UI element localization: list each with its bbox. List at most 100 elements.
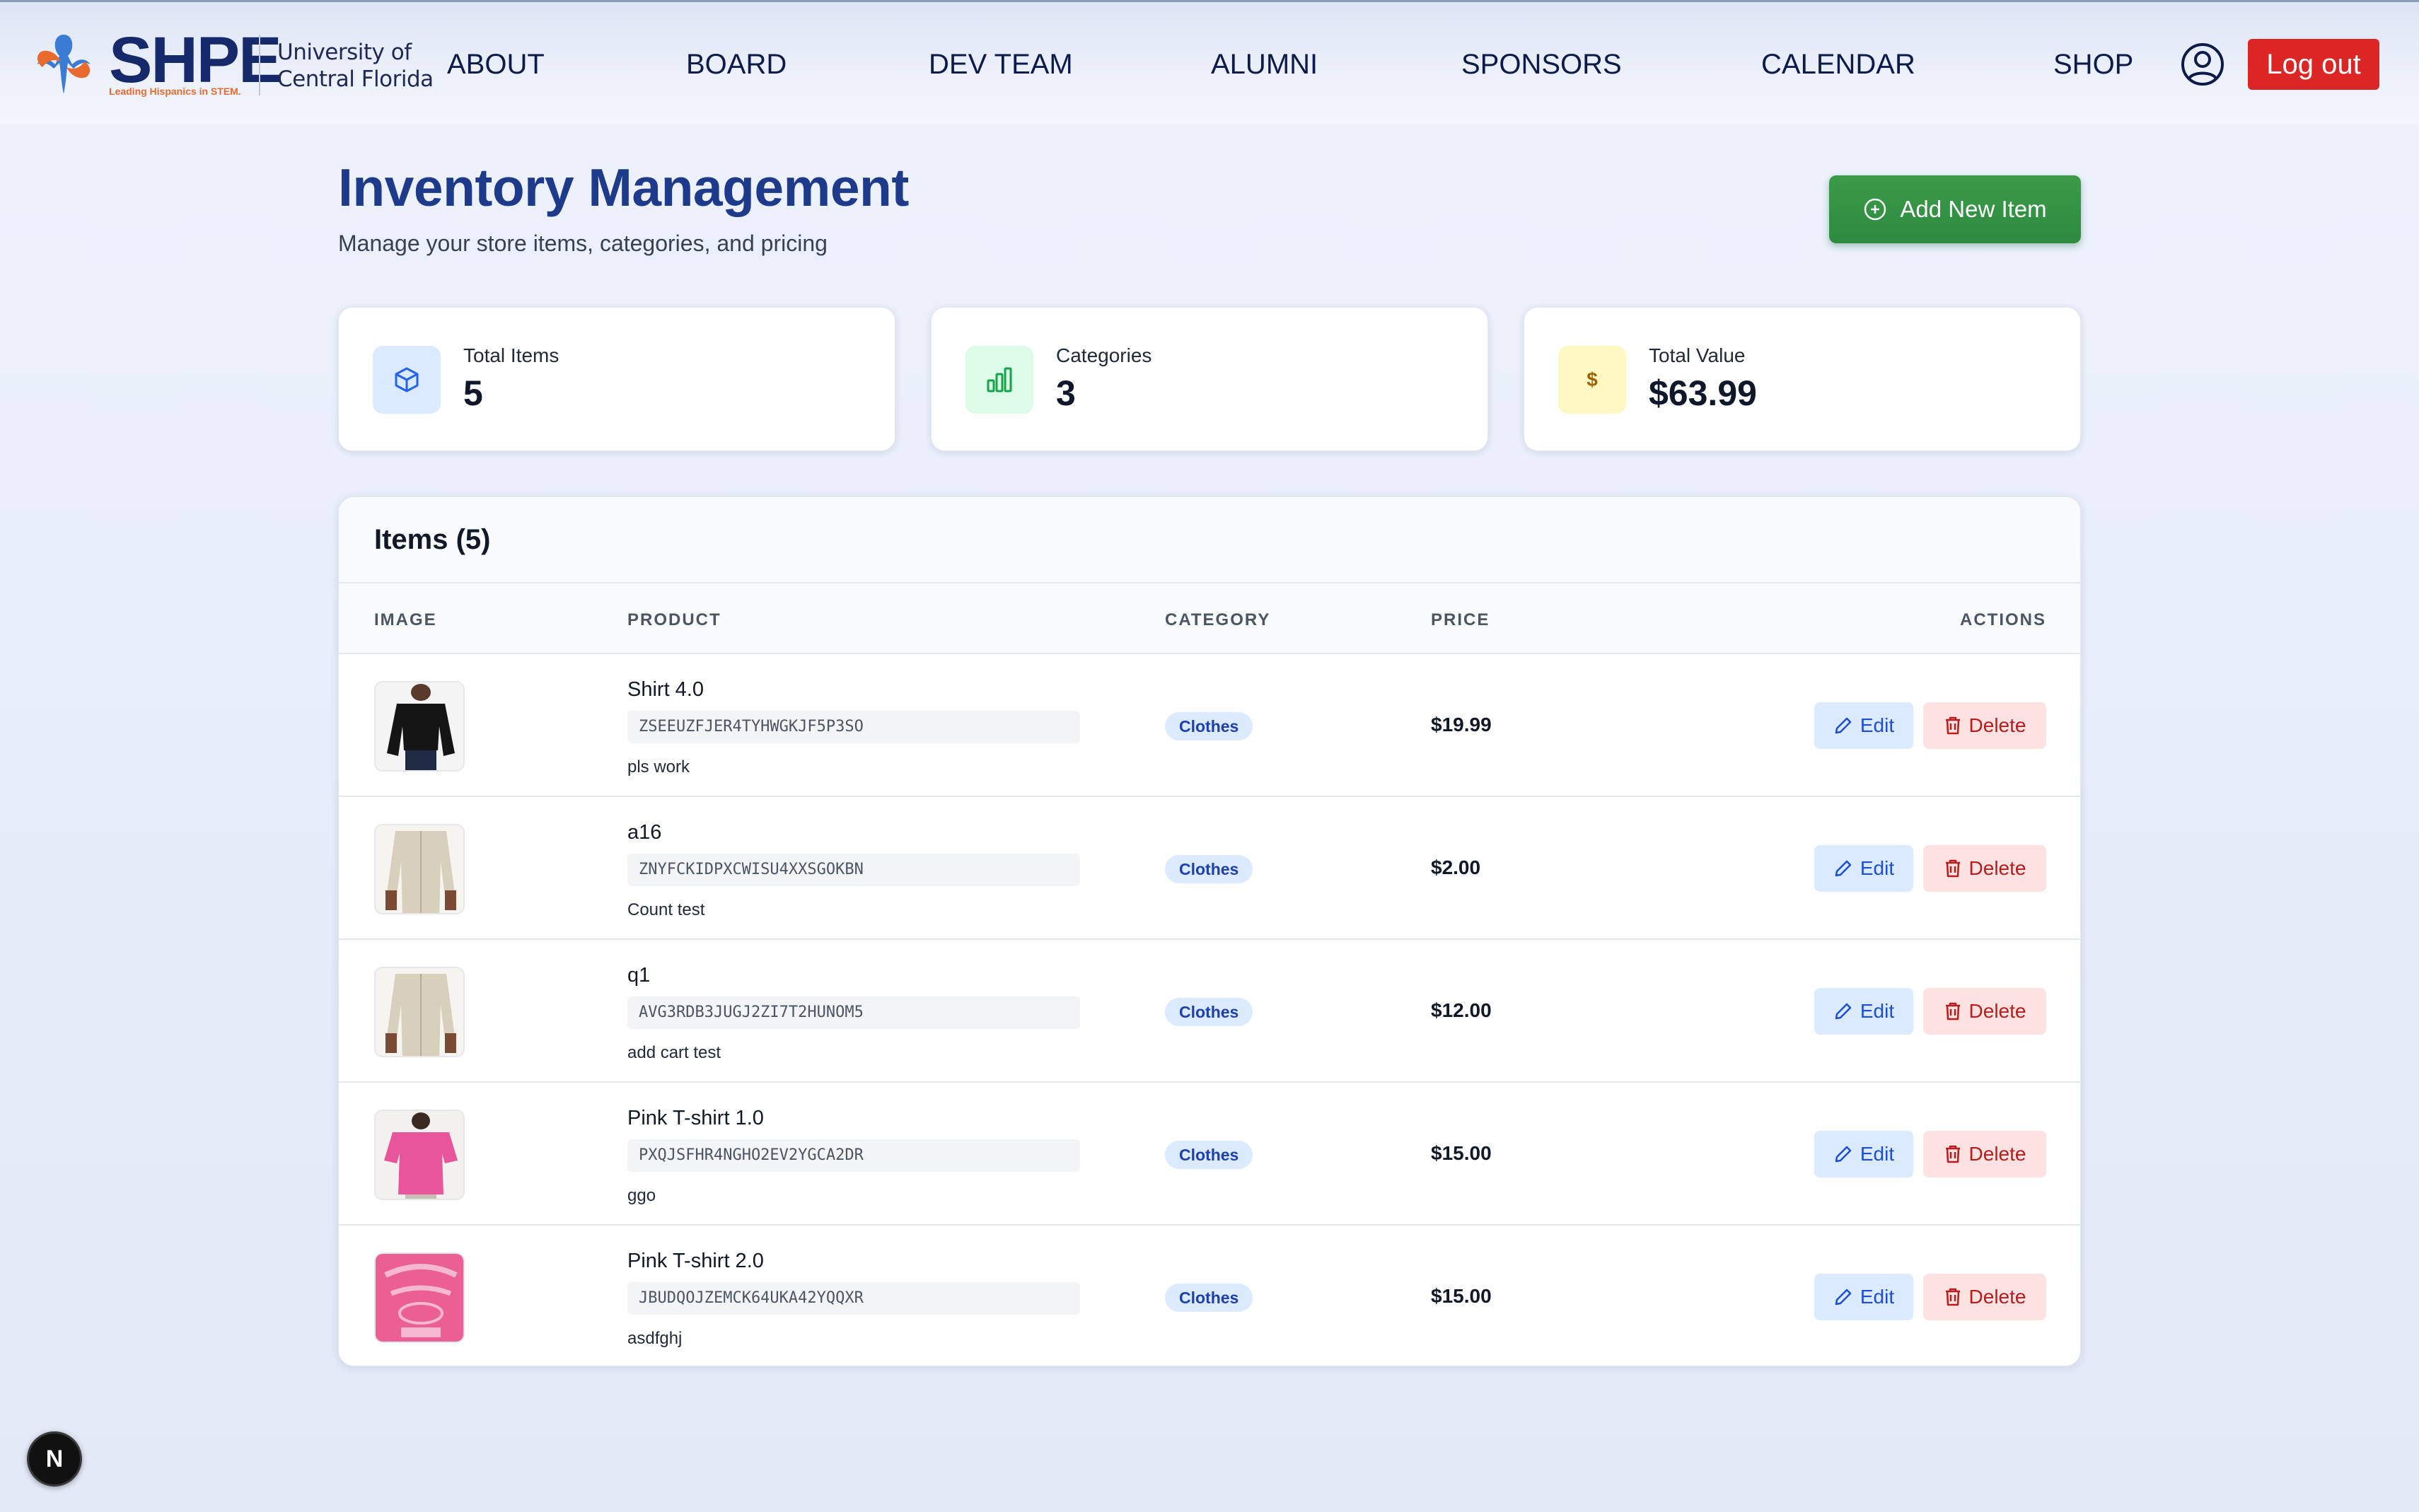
product-image bbox=[374, 1110, 465, 1200]
product-name: Pink T-shirt 1.0 bbox=[627, 1107, 764, 1129]
user-circle-icon bbox=[2181, 43, 2224, 86]
trash-icon bbox=[1945, 716, 1960, 735]
nav-link-board[interactable]: BOARD bbox=[686, 46, 787, 83]
nav-link-sponsors[interactable]: SPONSORS bbox=[1461, 46, 1622, 83]
pencil-icon bbox=[1835, 1146, 1852, 1163]
table-header: IMAGE PRODUCT CATEGORY PRICE ACTIONS bbox=[339, 583, 2080, 654]
edit-button[interactable]: Edit bbox=[1814, 988, 1913, 1035]
stat-value: 3 bbox=[1056, 373, 1076, 413]
stat-label: Total Items bbox=[463, 344, 559, 366]
product-code: JBUDQOJZEMCK64UKA42YQQXR bbox=[627, 1282, 1080, 1315]
pink-graphic-tshirt-photo bbox=[376, 1254, 463, 1342]
product-name: Pink T-shirt 2.0 bbox=[627, 1250, 764, 1272]
edit-button[interactable]: Edit bbox=[1814, 1274, 1913, 1320]
delete-button[interactable]: Delete bbox=[1923, 988, 2046, 1035]
bar-chart-icon bbox=[987, 367, 1012, 392]
stat-icon-box bbox=[373, 346, 441, 414]
product-name: Shirt 4.0 bbox=[627, 678, 704, 701]
pencil-icon bbox=[1835, 1003, 1852, 1020]
pencil-icon bbox=[1835, 717, 1852, 734]
shpe-logo-mark-icon bbox=[37, 35, 91, 94]
brand-tagline: Leading Hispanics in STEM. bbox=[109, 86, 241, 97]
product-description: asdfghj bbox=[627, 1329, 683, 1348]
stat-value: $63.99 bbox=[1649, 373, 1757, 413]
stat-icon-box: $ bbox=[1558, 346, 1626, 414]
product-price: $15.00 bbox=[1431, 1142, 1492, 1164]
table-row: Pink T-shirt 1.0 PXQJSFHR4NGHO2EV2YGCA2D… bbox=[339, 1083, 2080, 1226]
delete-label: Delete bbox=[1968, 1000, 2026, 1022]
logout-button[interactable]: Log out bbox=[2248, 39, 2379, 90]
dev-badge-letter: N bbox=[45, 1445, 64, 1472]
table-title-bar: Items (5) bbox=[339, 497, 2080, 583]
delete-label: Delete bbox=[1968, 714, 2026, 736]
product-code: PXQJSFHR4NGHO2EV2YGCA2DR bbox=[627, 1139, 1080, 1172]
trash-icon bbox=[1945, 1288, 1960, 1306]
edit-button[interactable]: Edit bbox=[1814, 845, 1913, 892]
page-subtitle: Manage your store items, categories, and… bbox=[338, 231, 828, 256]
delete-button[interactable]: Delete bbox=[1923, 845, 2046, 892]
product-image bbox=[374, 967, 465, 1057]
product-image bbox=[374, 824, 465, 914]
product-name: q1 bbox=[627, 964, 651, 987]
cube-icon bbox=[395, 367, 419, 392]
column-header-image: IMAGE bbox=[374, 610, 437, 629]
product-price: $12.00 bbox=[1431, 999, 1492, 1021]
product-price: $15.00 bbox=[1431, 1285, 1492, 1307]
edit-button[interactable]: Edit bbox=[1814, 1131, 1913, 1177]
category-badge: Clothes bbox=[1165, 1284, 1253, 1312]
column-header-actions: ACTIONS bbox=[1960, 610, 2046, 629]
beige-shirt-photo bbox=[376, 825, 463, 913]
trash-icon bbox=[1945, 1002, 1960, 1020]
delete-label: Delete bbox=[1968, 1286, 2026, 1308]
product-description: Count test bbox=[627, 900, 705, 919]
nav-link-shop[interactable]: SHOP bbox=[2053, 46, 2133, 83]
delete-label: Delete bbox=[1968, 857, 2026, 879]
product-description: ggo bbox=[627, 1186, 656, 1205]
stat-card-categories: Categories 3 bbox=[931, 307, 1488, 451]
brand-name: SHPE bbox=[109, 24, 282, 96]
category-badge: Clothes bbox=[1165, 855, 1253, 883]
product-description: pls work bbox=[627, 757, 690, 777]
page-title: Inventory Management bbox=[338, 158, 909, 217]
product-code: ZNYFCKIDPXCWISU4XXSGOKBN bbox=[627, 854, 1080, 886]
items-table-title: Items (5) bbox=[374, 524, 491, 555]
pencil-icon bbox=[1835, 860, 1852, 877]
delete-button[interactable]: Delete bbox=[1923, 1274, 2046, 1320]
edit-button[interactable]: Edit bbox=[1814, 702, 1913, 749]
items-table-card: Items (5) IMAGE PRODUCT CATEGORY PRICE A… bbox=[338, 496, 2081, 1366]
table-row: a16 ZNYFCKIDPXCWISU4XXSGOKBN Count test … bbox=[339, 797, 2080, 940]
edit-label: Edit bbox=[1860, 1143, 1895, 1165]
nav-link-alumni[interactable]: ALUMNI bbox=[1211, 46, 1318, 83]
stat-card-total-items: Total Items 5 bbox=[338, 307, 895, 451]
dollar-icon: $ bbox=[1586, 368, 1598, 390]
edit-label: Edit bbox=[1860, 1000, 1895, 1022]
add-new-item-button[interactable]: Add New Item bbox=[1829, 175, 2081, 243]
product-image bbox=[374, 1252, 465, 1343]
delete-button[interactable]: Delete bbox=[1923, 702, 2046, 749]
nav-link-about[interactable]: ABOUT bbox=[447, 46, 545, 83]
edit-label: Edit bbox=[1860, 714, 1895, 736]
beige-shirt-photo bbox=[376, 968, 463, 1056]
nextjs-dev-indicator[interactable]: N bbox=[27, 1431, 82, 1487]
add-new-item-label: Add New Item bbox=[1900, 196, 2047, 222]
stat-label: Categories bbox=[1056, 344, 1152, 366]
profile-button[interactable] bbox=[2180, 42, 2225, 87]
edit-label: Edit bbox=[1860, 857, 1895, 879]
edit-label: Edit bbox=[1860, 1286, 1895, 1308]
stat-label: Total Value bbox=[1649, 344, 1746, 366]
product-code: ZSEEUZFJER4TYHWGKJF5P3SO bbox=[627, 711, 1080, 743]
stat-value: 5 bbox=[463, 373, 483, 413]
stat-card-total-value: $ Total Value $63.99 bbox=[1524, 307, 2081, 451]
nav-link-dev-team[interactable]: DEV TEAM bbox=[929, 46, 1073, 83]
category-badge: Clothes bbox=[1165, 998, 1253, 1026]
product-name: a16 bbox=[627, 821, 662, 844]
category-badge: Clothes bbox=[1165, 1141, 1253, 1169]
university-name: University of Central Florida bbox=[277, 40, 434, 92]
pink-tshirt-photo bbox=[376, 1111, 463, 1199]
table-row: Shirt 4.0 ZSEEUZFJER4TYHWGKJF5P3SO pls w… bbox=[339, 654, 2080, 797]
table-row: Pink T-shirt 2.0 JBUDQOJZEMCK64UKA42YQQX… bbox=[339, 1226, 2080, 1366]
delete-button[interactable]: Delete bbox=[1923, 1131, 2046, 1177]
navbar: SHPE Leading Hispanics in STEM. Universi… bbox=[0, 0, 2419, 124]
category-badge: Clothes bbox=[1165, 712, 1253, 740]
nav-link-calendar[interactable]: CALENDAR bbox=[1761, 46, 1915, 83]
